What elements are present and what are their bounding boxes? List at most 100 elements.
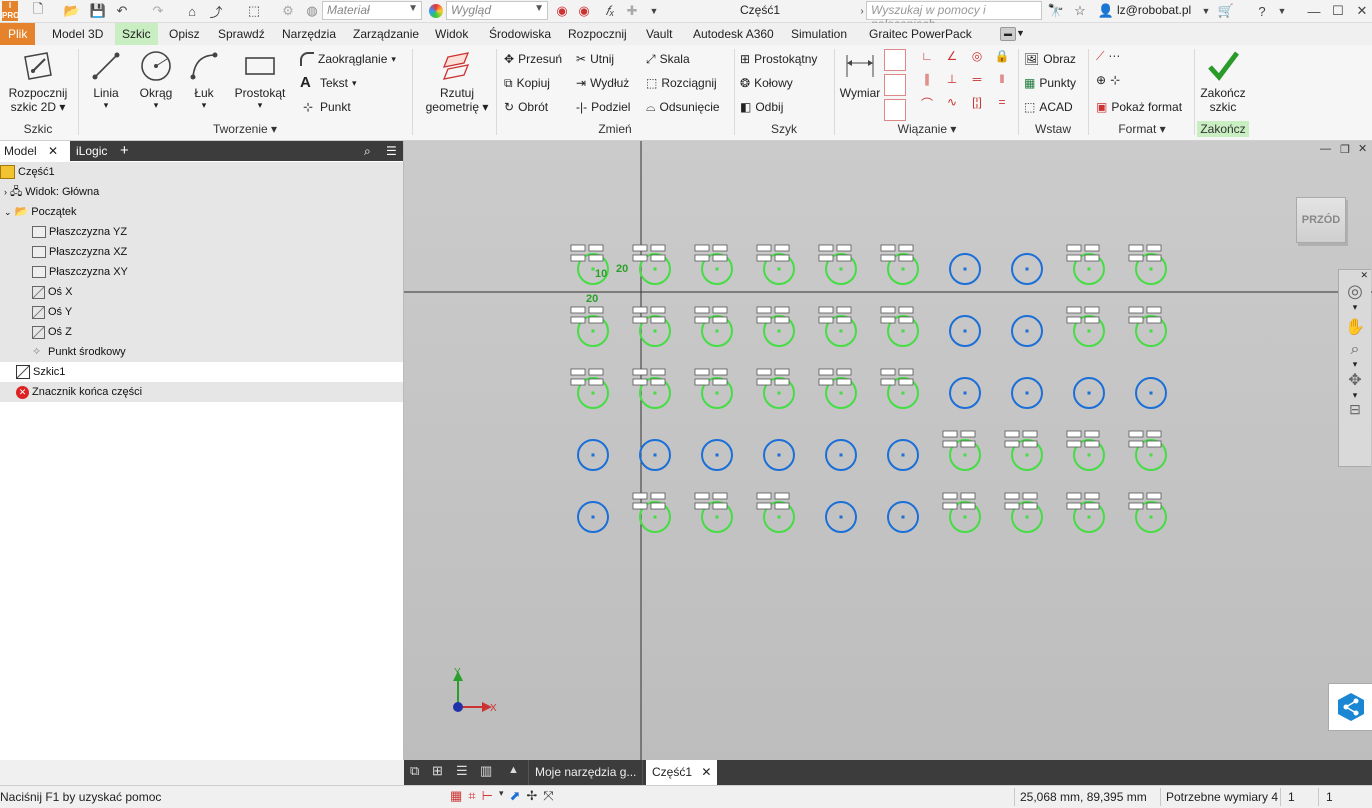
constraint-glyph[interactable] xyxy=(570,244,586,252)
constraint-glyph[interactable] xyxy=(756,244,772,252)
panel-label-tworzenie[interactable]: Tworzenie ▾ xyxy=(80,121,410,137)
perpendicular-icon[interactable]: ⊥ xyxy=(941,72,963,92)
constraint-glyph[interactable] xyxy=(650,502,666,510)
properties-icon[interactable]: ⚙ xyxy=(278,2,298,20)
constraint-glyph[interactable] xyxy=(1128,316,1144,324)
constraint-glyph[interactable] xyxy=(836,306,852,314)
tab-widok[interactable]: Widok xyxy=(428,23,475,45)
constraint-glyph[interactable] xyxy=(1146,492,1162,500)
tree-item-plane-yz[interactable]: Płaszczyzna YZ xyxy=(0,222,403,242)
constraint-glyph[interactable] xyxy=(836,254,852,262)
circle-center-point[interactable] xyxy=(839,515,843,519)
constraint-glyph[interactable] xyxy=(774,368,790,376)
constraint-glyph[interactable] xyxy=(570,316,586,324)
constraint-glyph[interactable] xyxy=(1066,254,1082,262)
clear-appearance-icon[interactable]: ◉ xyxy=(552,2,572,20)
rectangular-pattern-button[interactable]: ⊞ Prostokątny xyxy=(740,49,817,69)
start-sketch-button[interactable]: Rozpocznij szkic 2D ▾ xyxy=(4,49,72,114)
circle-center-point[interactable] xyxy=(715,515,719,519)
constraint-glyph[interactable] xyxy=(1004,430,1020,438)
symmetric-icon[interactable]: [¦] xyxy=(966,95,988,115)
constraint-glyph[interactable] xyxy=(818,316,834,324)
constraint-glyph[interactable] xyxy=(960,440,976,448)
constraint-glyph[interactable] xyxy=(942,492,958,500)
constraint-glyph[interactable] xyxy=(632,244,648,252)
constraint-glyph[interactable] xyxy=(880,368,896,376)
circle-center-point[interactable] xyxy=(1087,329,1091,333)
select-icon[interactable]: ⬚ xyxy=(244,2,264,20)
add-tab-icon[interactable]: + xyxy=(116,141,133,161)
circle-center-point[interactable] xyxy=(653,329,657,333)
ribbon-toggle-icon[interactable]: ▬ xyxy=(1000,27,1016,41)
circle-center-point[interactable] xyxy=(653,515,657,519)
circle-center-point[interactable] xyxy=(1149,515,1153,519)
circle-center-point[interactable] xyxy=(901,391,905,395)
constraint-glyph[interactable] xyxy=(880,254,896,262)
save-icon[interactable]: 💾 xyxy=(88,2,108,20)
mirror-button[interactable]: ◧ Odbij xyxy=(740,97,783,117)
tree-item-sketch1[interactable]: Szkic1 xyxy=(0,362,403,382)
constraint-glyph[interactable] xyxy=(1084,430,1100,438)
appearance-combo[interactable]: Wygląd ▼ xyxy=(446,1,548,20)
constraint-glyph[interactable] xyxy=(774,306,790,314)
scale-button[interactable]: ⤢ Skala xyxy=(646,49,690,69)
ribbon-toggle-dropdown-icon[interactable]: ▼ xyxy=(1016,28,1025,38)
constraint-glyph[interactable] xyxy=(694,502,710,510)
constraint-glyph[interactable] xyxy=(756,316,772,324)
constraint-glyph[interactable] xyxy=(1146,254,1162,262)
split-button[interactable]: -|- Podziel xyxy=(576,97,630,117)
rectangle-button[interactable]: Prostokąt ▾ xyxy=(230,49,290,111)
favorite-icon[interactable]: ☆ xyxy=(1070,2,1090,20)
construction-icon[interactable]: ⟋ xyxy=(1096,49,1104,69)
fix-icon[interactable]: 🔒 xyxy=(991,49,1013,69)
circle-center-point[interactable] xyxy=(901,329,905,333)
constraint-glyph[interactable] xyxy=(632,492,648,500)
constraint-glyph[interactable] xyxy=(1128,306,1144,314)
circle-center-point[interactable] xyxy=(591,329,595,333)
constraint-glyph[interactable] xyxy=(712,316,728,324)
circle-center-point[interactable] xyxy=(1087,515,1091,519)
menu-icon[interactable]: ☰ xyxy=(382,141,401,161)
circle-center-point[interactable] xyxy=(777,267,781,271)
tile-icon[interactable]: ⊞ xyxy=(432,763,443,779)
binoculars-icon[interactable]: 🔭 xyxy=(1046,2,1066,20)
collapse-icon[interactable]: ⌄ xyxy=(4,202,12,222)
copy-button[interactable]: ⧉ Kopiuj xyxy=(504,73,550,93)
constraint-glyph[interactable] xyxy=(880,316,896,324)
circle-center-point[interactable] xyxy=(1087,391,1091,395)
constraint-glyph[interactable] xyxy=(756,368,772,376)
circle-center-point[interactable] xyxy=(653,391,657,395)
circle-center-point[interactable] xyxy=(1149,453,1153,457)
new-icon[interactable]: 🗋 xyxy=(28,1,48,20)
tree-item-plane-xy[interactable]: Płaszczyzna XY xyxy=(0,262,403,282)
constraint-glyph[interactable] xyxy=(632,316,648,324)
constraint-glyph[interactable] xyxy=(1066,440,1082,448)
circle-center-point[interactable] xyxy=(1149,267,1153,271)
constraint-glyph[interactable] xyxy=(650,378,666,386)
circle-center-point[interactable] xyxy=(1025,391,1029,395)
constraint-glyph[interactable] xyxy=(1146,502,1162,510)
zoom-dropdown-icon[interactable]: ▾ xyxy=(1339,359,1371,370)
redo-icon[interactable]: ↷ xyxy=(148,2,168,20)
tree-item-axis-z[interactable]: Oś Z xyxy=(0,322,403,342)
circle-center-point[interactable] xyxy=(963,515,967,519)
constraint-glyph[interactable] xyxy=(1022,430,1038,438)
constraint-glyph[interactable] xyxy=(1066,502,1082,510)
circle-center-point[interactable] xyxy=(1025,453,1029,457)
horizontal-icon[interactable]: ═ xyxy=(966,72,988,92)
vertical-icon[interactable]: ‖ xyxy=(991,72,1013,92)
circle-center-point[interactable] xyxy=(963,267,967,271)
expand-icon[interactable]: › xyxy=(4,182,7,202)
open-icon[interactable]: 📂 xyxy=(62,2,82,20)
user-name[interactable]: lz@robobat.pl xyxy=(1117,3,1191,17)
circle-center-point[interactable] xyxy=(591,391,595,395)
concentric-icon[interactable]: ◎ xyxy=(966,49,988,69)
points-button[interactable]: ▦ Punkty xyxy=(1024,73,1076,93)
constraint-glyph[interactable] xyxy=(836,316,852,324)
relax-mode-icon[interactable]: ⤧ xyxy=(543,788,553,804)
constraint-glyph[interactable] xyxy=(632,306,648,314)
tree-item-origin[interactable]: ⌄ 📂 Początek xyxy=(0,202,403,222)
constraint-glyph[interactable] xyxy=(880,306,896,314)
image-button[interactable]: 🖼 Obraz xyxy=(1024,49,1076,69)
orbit-icon[interactable]: ✥ xyxy=(1339,370,1371,390)
